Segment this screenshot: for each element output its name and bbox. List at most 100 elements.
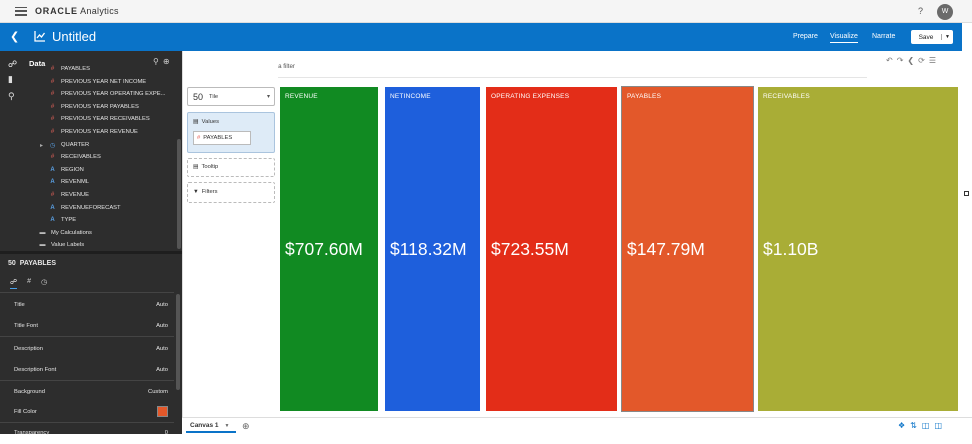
values-tab-icon[interactable]: # — [27, 278, 31, 289]
hamburger-menu-icon[interactable] — [15, 6, 27, 16]
property-value[interactable]: Auto — [156, 323, 168, 329]
back-arrow-icon[interactable]: ❮ — [10, 30, 19, 43]
tile-operating-expenses[interactable]: OPERATING EXPENSES $723.55M — [486, 87, 617, 411]
app-brand: ORACLE Analytics — [35, 6, 119, 16]
tile-revenue[interactable]: REVENUE $707.60M — [280, 87, 378, 411]
canvas-tab[interactable]: Canvas 1 ▼ — [186, 418, 236, 433]
resize-handle[interactable] — [964, 191, 969, 196]
data-panel-icon[interactable]: ☍ — [8, 59, 18, 69]
property-row[interactable]: Fill Color — [0, 401, 174, 423]
num-type-icon: # — [50, 66, 55, 72]
viz-type-selector[interactable]: 50 Tile ▾ — [187, 87, 275, 106]
analytics-panel-icon[interactable]: ⚲ — [8, 91, 18, 101]
data-element-item[interactable]: # PREVIOUS YEAR RECEIVABLES — [48, 116, 150, 122]
values-dropzone[interactable]: ▤ Values # PAYABLES — [187, 112, 275, 153]
tab-narrate[interactable]: Narrate — [872, 33, 895, 40]
data-element-label: PREVIOUS YEAR OPERATING EXPE... — [61, 91, 166, 98]
property-row[interactable]: Title Auto — [0, 294, 174, 316]
num-type-icon: # — [50, 116, 55, 123]
add-icon[interactable]: ⊕ — [163, 57, 174, 66]
property-row[interactable]: Background Custom — [0, 381, 174, 403]
property-value[interactable]: Auto — [156, 367, 168, 373]
menu-icon[interactable]: ☰ — [929, 56, 940, 65]
tab-visualize[interactable]: Visualize — [830, 33, 858, 43]
save-dropdown-icon[interactable]: ▼ — [941, 34, 953, 40]
property-row[interactable]: Description Auto — [0, 338, 174, 360]
tile-receivables[interactable]: RECEIVABLES $1.10B — [758, 87, 958, 411]
canvas-toolbar: ↶↷❮⟳☰ — [886, 56, 940, 65]
time-type-icon: ◷ — [49, 142, 56, 149]
refresh-data-icon[interactable]: ⇅ — [910, 421, 922, 430]
tooltip-dropzone[interactable]: ▤ Tooltip — [187, 158, 275, 177]
chevron-down-icon[interactable]: ▼ — [225, 423, 230, 429]
data-element-item[interactable]: # PREVIOUS YEAR PAYABLES — [48, 104, 139, 110]
data-element-item[interactable]: # PAYABLES — [48, 66, 90, 72]
canvas-bar: Canvas 1 ▼ ⊕ ❖⇅◫◫ — [182, 417, 972, 434]
left-rail: ☍ ▮ ⚲ — [0, 51, 24, 251]
property-row[interactable]: Description Font Auto — [0, 359, 174, 381]
filters-dropzone[interactable]: ▼ Filters — [187, 182, 275, 203]
measure-icon: # — [197, 135, 201, 141]
property-key: Transparency — [14, 430, 50, 436]
folder-item[interactable]: ▬ Value Labels — [38, 242, 85, 248]
data-element-item[interactable]: # REVENUE — [48, 192, 89, 198]
property-key: Description — [14, 346, 43, 352]
expand-arrow-icon[interactable]: ▸ — [40, 142, 43, 149]
data-element-label: PREVIOUS YEAR REVENUE — [61, 129, 138, 135]
tile-name: NETINCOME — [390, 93, 431, 100]
data-element-item[interactable]: A TYPE — [48, 217, 76, 223]
data-element-item[interactable]: A REVENUEFORECAST — [48, 204, 121, 211]
properties-scrollbar[interactable] — [176, 294, 180, 390]
share-icon[interactable]: ❮ — [907, 56, 918, 65]
auto-insights-icon[interactable]: ❖ — [898, 421, 910, 430]
property-value[interactable]: Auto — [156, 346, 168, 352]
data-panel-scrollbar[interactable] — [177, 139, 181, 249]
tile-netincome[interactable]: NETINCOME $118.32M — [385, 87, 480, 411]
tile-payables[interactable]: PAYABLES $147.79M — [621, 86, 754, 412]
filter-icon: ▼ — [193, 189, 199, 195]
fill-color-swatch[interactable] — [157, 406, 168, 417]
visualizations-panel-icon[interactable]: ▮ — [8, 74, 18, 84]
property-key: Title Font — [14, 323, 38, 329]
data-element-label: PREVIOUS YEAR NET INCOME — [61, 78, 147, 85]
app-topbar: ORACLE Analytics — [0, 0, 972, 23]
viz-type-label: Tile — [209, 94, 219, 100]
tab-prepare[interactable]: Prepare — [793, 33, 818, 40]
data-element-item[interactable]: ▸ ◷ QUARTER — [40, 142, 90, 149]
refresh-icon[interactable]: ⟳ — [918, 56, 929, 65]
analytics-tab-icon[interactable]: ◷ — [41, 278, 47, 289]
data-element-item[interactable]: # RECEIVABLES — [48, 154, 101, 160]
properties-tabs: ☍ # ◷ — [10, 278, 47, 289]
undo-icon[interactable]: ↶ — [886, 56, 897, 65]
property-value[interactable]: 0 — [165, 430, 168, 436]
filter-bar[interactable]: ⊕ Click here or drag data to add a filte… — [182, 54, 867, 78]
general-tab-icon[interactable]: ☍ — [10, 278, 18, 289]
divider — [0, 292, 174, 293]
property-value[interactable]: Auto — [156, 302, 168, 308]
property-value[interactable]: Custom — [148, 389, 168, 395]
folder-item[interactable]: ▬ My Calculations — [38, 230, 92, 236]
data-element-label: REVENUEFORECAST — [61, 204, 121, 211]
values-chip[interactable]: # PAYABLES — [193, 131, 251, 145]
property-row[interactable]: Title Font Auto — [0, 315, 174, 337]
project-title[interactable]: Untitled — [52, 29, 96, 44]
property-row[interactable]: Transparency 0 — [0, 422, 174, 444]
data-element-label: PREVIOUS YEAR RECEIVABLES — [61, 116, 150, 123]
save-button[interactable]: Save ▼ — [911, 30, 953, 44]
data-element-item[interactable]: A REVENML — [48, 179, 89, 185]
data-element-item[interactable]: A REGION — [48, 167, 84, 173]
layout-icon[interactable]: ◫ — [922, 421, 935, 430]
add-canvas-icon[interactable]: ⊕ — [242, 421, 250, 432]
panel-toggle-icon[interactable]: ◫ — [934, 421, 947, 430]
redo-icon[interactable]: ↷ — [897, 56, 908, 65]
data-element-item[interactable]: # PREVIOUS YEAR REVENUE — [48, 129, 138, 135]
data-panel: Data ⚲⊕ # PAYABLES # PREVIOUS YEAR NET INCO… — [24, 51, 182, 251]
filters-label: ▼ Filters — [193, 189, 218, 195]
data-element-item[interactable]: # PREVIOUS YEAR NET INCOME — [48, 79, 146, 85]
data-element-item[interactable]: # PREVIOUS YEAR OPERATING EXPE... — [48, 91, 166, 98]
help-icon[interactable]: ? — [918, 6, 923, 16]
search-icon[interactable]: ⚲ — [153, 57, 163, 66]
data-element-label: QUARTER — [61, 142, 90, 149]
divider — [0, 336, 174, 337]
user-avatar[interactable]: W — [937, 4, 953, 20]
